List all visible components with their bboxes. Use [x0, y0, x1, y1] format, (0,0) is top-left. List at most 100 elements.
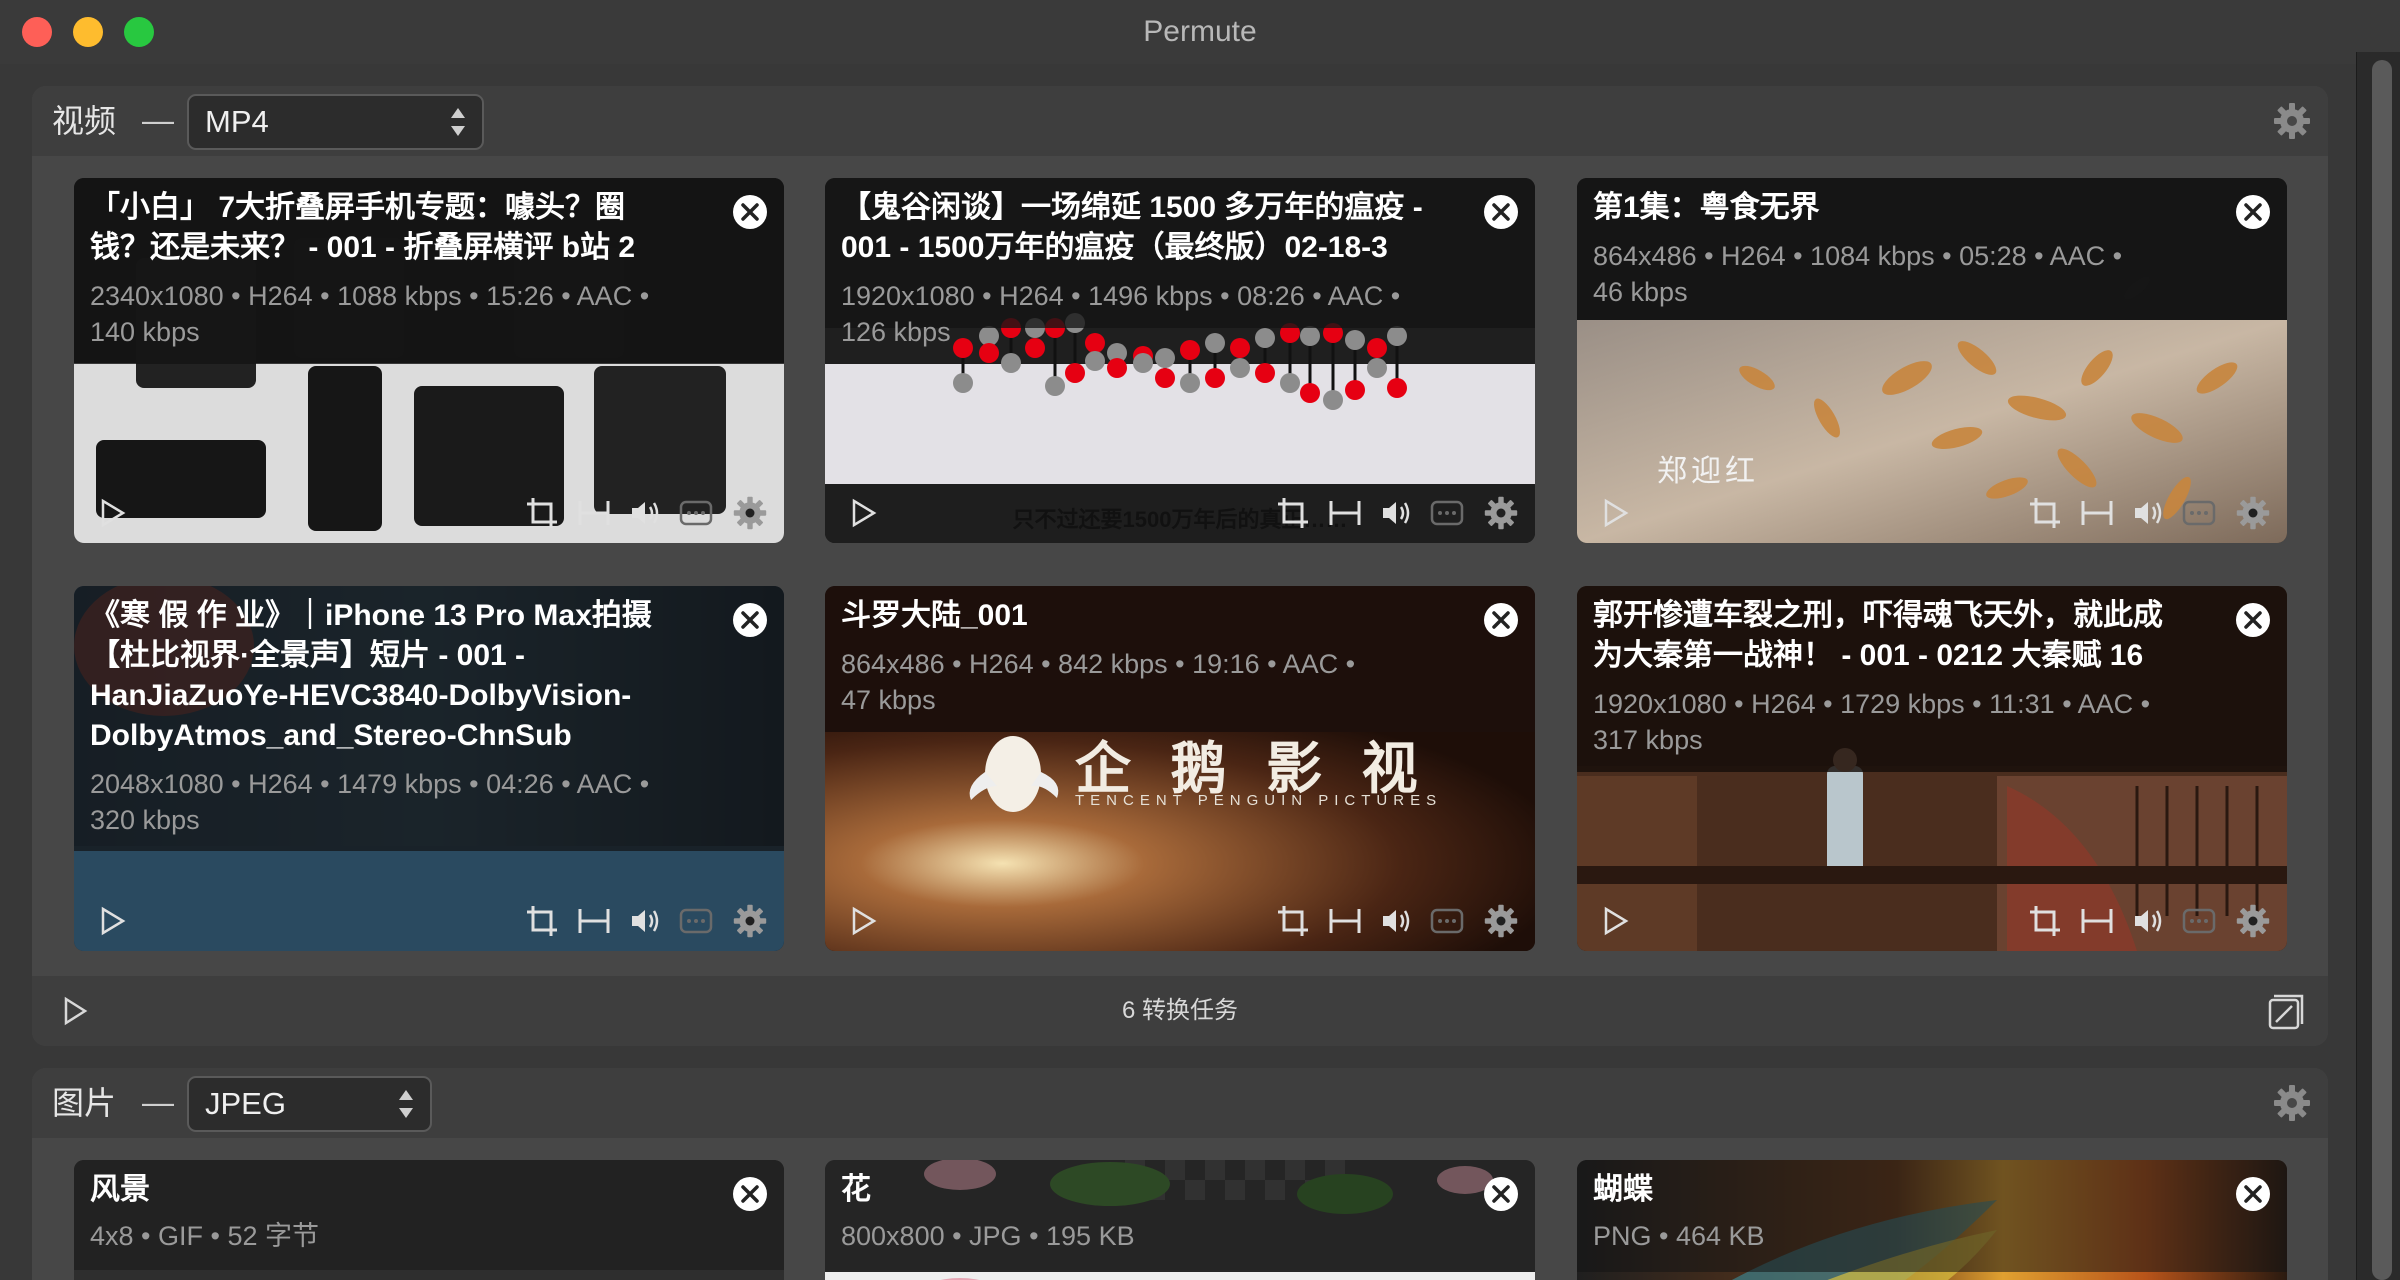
card-meta: 1920x1080 • H264 • 1496 kbps • 08:26 • A…	[841, 281, 1401, 347]
video-card[interactable]: 《寒 假 作 业》｜iPhone 13 Pro Max拍摄 【杜比视界·全景声】…	[74, 586, 784, 951]
close-circle-icon[interactable]	[732, 194, 768, 230]
thumbnail-chart-dot	[1367, 358, 1387, 378]
section-dash: —	[142, 102, 174, 138]
play-icon[interactable]	[845, 495, 881, 531]
thumbnail-chart-dot	[1133, 353, 1153, 373]
close-circle-icon[interactable]	[2235, 602, 2271, 638]
format-select-value: JPEG	[205, 1086, 286, 1121]
play-icon[interactable]	[94, 903, 130, 939]
thumbnail-chart-dot	[953, 373, 973, 393]
section-dash: —	[142, 1084, 174, 1120]
video-section-label: 视频	[52, 103, 117, 139]
subtitles-icon[interactable]	[678, 903, 714, 939]
thumbnail-chart-dot	[1045, 376, 1065, 396]
crop-icon[interactable]	[524, 495, 560, 531]
volume-icon[interactable]	[2131, 495, 2167, 531]
close-circle-icon[interactable]	[1483, 602, 1519, 638]
gear-icon[interactable]	[2235, 495, 2271, 531]
video-card[interactable]: 【鬼谷闲谈】一场绵延 1500 多万年的瘟疫 - 001 - 1500万年的瘟疫…	[825, 178, 1535, 543]
image-section-header: 图片 — JPEG	[32, 1068, 2328, 1138]
crop-icon[interactable]	[524, 903, 560, 939]
thumbnail-chart-dot	[1323, 390, 1343, 410]
trim-icon[interactable]	[2079, 495, 2115, 531]
play-icon[interactable]	[94, 495, 130, 531]
video-card[interactable]: 第1集：粤食无界 864x486 • H264 • 1084 kbps • 05…	[1577, 178, 2287, 543]
crop-icon[interactable]	[1275, 903, 1311, 939]
batch-edit-icon[interactable]	[2266, 992, 2306, 1032]
close-circle-icon[interactable]	[1483, 194, 1519, 230]
video-format-select[interactable]: MP4	[187, 94, 484, 150]
subtitles-icon[interactable]	[1429, 495, 1465, 531]
subtitles-icon[interactable]	[2181, 903, 2217, 939]
thumbnail-chart-dot	[1085, 351, 1105, 371]
subtitles-icon[interactable]	[678, 495, 714, 531]
scrollbar-thumb[interactable]	[2372, 60, 2392, 1280]
trim-icon[interactable]	[576, 903, 612, 939]
video-card[interactable]: 郭开惨遭车裂之刑，吓得魂飞天外，就此成 为大秦第一战神！ - 001 - 021…	[1577, 586, 2287, 951]
card-toolbar	[1577, 483, 2287, 543]
gear-icon[interactable]	[1483, 903, 1519, 939]
card-title: 蝴蝶	[1593, 1173, 1653, 1206]
card-title: 「小白」 7大折叠屏手机专题：噱头？圈 钱？还是未来？ - 001 - 折叠屏横…	[90, 191, 636, 264]
crop-icon[interactable]	[1275, 495, 1311, 531]
image-card[interactable]: 蝴蝶 PNG • 464 KB	[1577, 1160, 2287, 1280]
gear-icon[interactable]	[732, 495, 768, 531]
video-card[interactable]: 斗罗大陆_001 864x486 • H264 • 842 kbps • 19:…	[825, 586, 1535, 951]
image-format-select[interactable]: JPEG	[187, 1076, 432, 1132]
thumbnail-chart-dot	[1001, 353, 1021, 373]
card-toolbar	[825, 891, 1535, 951]
trim-icon[interactable]	[1327, 495, 1363, 531]
window-title: Permute	[1143, 15, 1257, 48]
card-meta: 2048x1080 • H264 • 1479 kbps • 04:26 • A…	[90, 769, 650, 835]
gear-icon[interactable]	[732, 903, 768, 939]
image-card[interactable]: 风景 4x8 • GIF • 52 字节	[74, 1160, 784, 1280]
card-title: 第1集：粤食无界	[1593, 191, 1820, 224]
volume-icon[interactable]	[1379, 903, 1415, 939]
subtitles-icon[interactable]	[2181, 495, 2217, 531]
crop-icon[interactable]	[2027, 495, 2063, 531]
close-circle-icon[interactable]	[732, 1176, 768, 1212]
thumbnail-chart-dot	[1155, 368, 1175, 388]
video-section: 视频 — MP4 「小白」 7大折叠屏手机专题：噱头？圈 钱？还是未来？ - 0…	[32, 86, 2328, 1046]
video-card[interactable]: 「小白」 7大折叠屏手机专题：噱头？圈 钱？还是未来？ - 001 - 折叠屏横…	[74, 178, 784, 543]
close-circle-icon[interactable]	[732, 602, 768, 638]
crop-icon[interactable]	[2027, 903, 2063, 939]
image-card[interactable]: 花 800x800 • JPG • 195 KB	[825, 1160, 1535, 1280]
updown-arrows-icon	[451, 108, 465, 136]
play-icon[interactable]	[1597, 495, 1633, 531]
video-section-header: 视频 — MP4	[32, 86, 2328, 156]
close-circle-icon[interactable]	[2235, 194, 2271, 230]
card-toolbar	[1577, 891, 2287, 951]
card-meta: 864x486 • H264 • 842 kbps • 19:16 • AAC …	[841, 649, 1356, 715]
volume-icon[interactable]	[628, 903, 664, 939]
gear-icon[interactable]	[2272, 101, 2312, 141]
updown-arrows-icon	[399, 1090, 413, 1118]
volume-icon[interactable]	[2131, 903, 2167, 939]
volume-icon[interactable]	[628, 495, 664, 531]
volume-icon[interactable]	[1379, 495, 1415, 531]
play-icon[interactable]	[845, 903, 881, 939]
card-meta: PNG • 464 KB	[1593, 1221, 1765, 1251]
video-section-footer: 6 转换任务	[32, 976, 2328, 1046]
play-icon[interactable]	[1597, 903, 1633, 939]
close-circle-icon[interactable]	[2235, 1176, 2271, 1212]
subtitles-icon[interactable]	[1429, 903, 1465, 939]
trim-icon[interactable]	[1327, 903, 1363, 939]
gear-icon[interactable]	[1483, 495, 1519, 531]
card-meta: 4x8 • GIF • 52 字节	[90, 1221, 319, 1251]
card-title: 《寒 假 作 业》｜iPhone 13 Pro Max拍摄 【杜比视界·全景声】…	[90, 599, 652, 752]
thumbnail-chart-dot	[1345, 380, 1365, 400]
gear-icon[interactable]	[2235, 903, 2271, 939]
thumbnail-chart-dot	[1205, 368, 1225, 388]
card-title: 风景	[90, 1173, 150, 1206]
thumbnail-chart-dot	[1155, 348, 1175, 368]
close-circle-icon[interactable]	[1483, 1176, 1519, 1212]
trim-icon[interactable]	[2079, 903, 2115, 939]
image-section: 图片 — JPEG 风景 4x8 • GIF • 52 字节 花 800x800…	[32, 1068, 2328, 1280]
thumbnail-chart-dot	[1230, 358, 1250, 378]
card-title: 郭开惨遭车裂之刑，吓得魂飞天外，就此成 为大秦第一战神！ - 001 - 021…	[1593, 599, 2163, 672]
trim-icon[interactable]	[576, 495, 612, 531]
gear-icon[interactable]	[2272, 1083, 2312, 1123]
card-toolbar	[825, 483, 1535, 543]
image-section-label: 图片	[52, 1085, 117, 1121]
